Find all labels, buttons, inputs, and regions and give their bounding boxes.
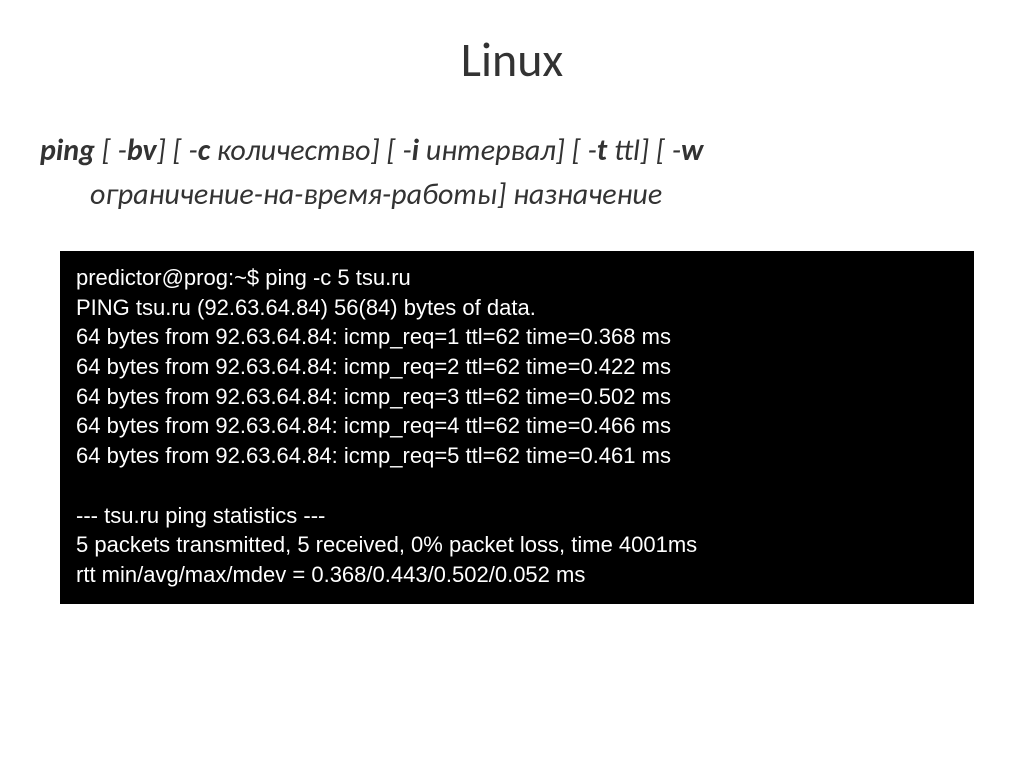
syntax-fragment: ttl] [ - [607, 132, 681, 169]
slide: Linux ping [ -bv] [ -c количество] [ -i … [0, 0, 1024, 768]
terminal-line: 5 packets transmitted, 5 received, 0% pa… [76, 530, 958, 560]
syntax-fragment: t [597, 132, 607, 169]
syntax-fragment: [ - [95, 132, 127, 169]
syntax-fragment: i [412, 132, 419, 169]
syntax-fragment: интервал] [ - [419, 132, 597, 169]
syntax-fragment: c [198, 132, 210, 169]
terminal-output: predictor@prog:~$ ping -c 5 tsu.ruPING t… [60, 251, 974, 604]
slide-title: Linux [0, 30, 1024, 89]
syntax-block: ping [ -bv] [ -c количество] [ -i интерв… [0, 129, 1024, 216]
syntax-line1: ping [ -bv] [ -c количество] [ -i интерв… [40, 132, 703, 169]
syntax-fragment: ping [40, 132, 95, 169]
terminal-line: rtt min/avg/max/mdev = 0.368/0.443/0.502… [76, 560, 958, 590]
terminal-line: predictor@prog:~$ ping -c 5 tsu.ru [76, 263, 958, 293]
terminal-line: PING tsu.ru (92.63.64.84) 56(84) bytes o… [76, 293, 958, 323]
terminal-line: 64 bytes from 92.63.64.84: icmp_req=2 tt… [76, 352, 958, 382]
syntax-fragment: количество] [ - [210, 132, 412, 169]
syntax-fragment: ] [ - [157, 132, 198, 169]
syntax-line2: ограничение-на-время-работы] назначение [40, 173, 984, 217]
syntax-fragment: bv [127, 132, 157, 169]
terminal-line: 64 bytes from 92.63.64.84: icmp_req=5 tt… [76, 441, 958, 471]
terminal-line: --- tsu.ru ping statistics --- [76, 501, 958, 531]
terminal-line [76, 471, 958, 501]
terminal-line: 64 bytes from 92.63.64.84: icmp_req=1 tt… [76, 322, 958, 352]
terminal-line: 64 bytes from 92.63.64.84: icmp_req=3 tt… [76, 382, 958, 412]
terminal-line: 64 bytes from 92.63.64.84: icmp_req=4 tt… [76, 411, 958, 441]
syntax-fragment: w [681, 132, 703, 169]
